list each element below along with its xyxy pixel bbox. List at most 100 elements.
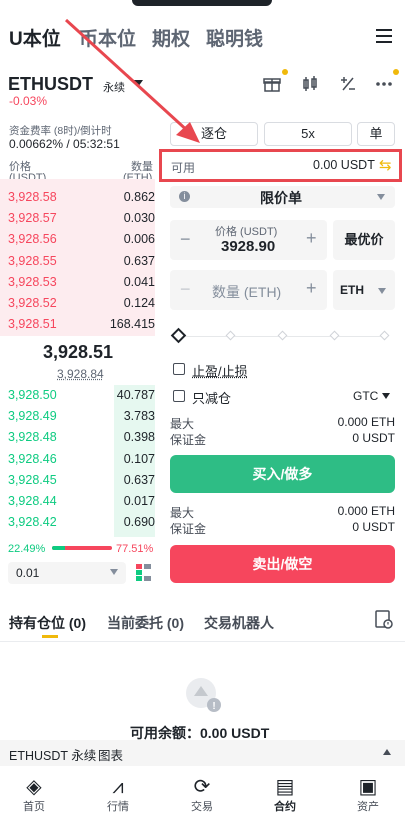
active-tab-indicator [42, 635, 58, 638]
decrease-icon[interactable]: − [180, 229, 191, 250]
mark-price[interactable]: 3,928.84 [57, 367, 104, 381]
ask-row[interactable]: 3,928.56 0.006 [8, 229, 155, 249]
ask-price: 3,928.53 [8, 274, 57, 289]
quantity-unit: ETH [340, 283, 364, 297]
book-layout-icon[interactable] [136, 564, 152, 582]
annotation-arrow [64, 18, 200, 143]
margin-sell-label: 保证金 [170, 522, 207, 536]
wallet-icon: ▣ [358, 776, 378, 798]
markets-icon: ⩘ [112, 776, 124, 798]
best-price-button[interactable]: 最优价 [333, 220, 395, 260]
last-price[interactable]: 3,928.51 [43, 342, 113, 363]
bid-row[interactable]: 3,928.46 0.107 [8, 449, 155, 469]
max-sell-value: 0.000 ETH [337, 504, 395, 518]
chevron-down-icon[interactable] [382, 393, 390, 399]
bid-row[interactable]: 3,928.48 0.398 [8, 427, 155, 447]
buy-ratio: 22.49% [8, 543, 46, 555]
ask-row[interactable]: 3,928.55 0.637 [8, 251, 155, 271]
home-icon: ◈ [26, 776, 42, 798]
ask-row[interactable]: 3,928.57 0.030 [8, 208, 155, 228]
nav-home-label: 首页 [23, 801, 45, 813]
nav-assets-label: 资产 [357, 801, 379, 813]
nav-futures[interactable]: ▤ 合约 [260, 776, 310, 814]
bid-price: 3,928.42 [8, 515, 57, 530]
tab-positions-label: 持有仓位 [9, 615, 65, 631]
ask-quantity: 0.124 [123, 296, 155, 310]
bid-quantity: 0.637 [123, 472, 155, 487]
bid-quantity: 3.783 [123, 409, 155, 424]
bid-price: 3,928.49 [8, 409, 57, 424]
nav-markets[interactable]: ⩘ 行情 [93, 776, 143, 814]
nav-home[interactable]: ◈ 首页 [9, 776, 59, 814]
bid-quantity: 40.787 [116, 388, 155, 402]
ask-price: 3,928.51 [8, 317, 57, 332]
tab-positions-count: (0) [68, 615, 87, 631]
ratio-bar [52, 546, 112, 550]
precision-select[interactable]: 0.01 [8, 562, 126, 584]
ask-quantity: 0.637 [123, 253, 155, 268]
ratio-bar-fill [52, 546, 66, 550]
chevron-up-icon [383, 749, 391, 755]
ask-quantity: 168.415 [109, 317, 155, 332]
bid-price: 3,928.45 [8, 472, 57, 487]
tab-orders-label: 当前委托 [107, 615, 163, 631]
bid-row[interactable]: 3,928.45 0.637 [8, 470, 155, 490]
ask-price: 3,928.57 [8, 211, 57, 226]
tab-positions[interactable]: 持有仓位 (0) [9, 613, 86, 633]
quantity-input[interactable]: − 数量 (ETH) + [170, 270, 327, 310]
quantity-unit-select[interactable]: ETH [333, 270, 395, 310]
ask-price: 3,928.52 [8, 296, 57, 310]
futures-icon: ▤ [275, 776, 295, 798]
tab-trading-bots[interactable]: 交易机器人 [204, 613, 274, 633]
bid-price: 3,928.48 [8, 430, 57, 445]
tif-select[interactable]: GTC [353, 389, 378, 403]
bid-price: 3,928.44 [8, 494, 57, 508]
margin-sell-value: 0 USDT [352, 520, 395, 534]
bid-row[interactable]: 3,928.42 0.690 [8, 512, 155, 532]
reduce-only-checkbox[interactable] [173, 390, 185, 402]
bid-quantity: 0.398 [123, 430, 155, 445]
slider-step[interactable] [379, 330, 390, 341]
trade-icon: ⟳ [193, 776, 211, 798]
increase-icon[interactable]: + [306, 278, 317, 299]
ask-price: 3,928.55 [8, 253, 57, 268]
ask-price: 3,928.56 [8, 232, 57, 247]
nav-markets-label: 行情 [107, 801, 129, 813]
bid-row[interactable]: 3,928.44 0.017 [8, 491, 155, 511]
ask-row[interactable]: 3,928.51 168.415 [8, 314, 155, 334]
ask-quantity: 0.041 [123, 274, 155, 289]
tp-sl-checkbox[interactable] [173, 363, 185, 375]
price-input[interactable]: − 价格 (USDT) 3928.90 + [170, 220, 327, 260]
slider-step[interactable] [225, 330, 236, 341]
reduce-only-label[interactable]: 只减仓 [192, 388, 231, 407]
bid-row[interactable]: 3,928.50 40.787 [8, 385, 155, 405]
max-sell-label: 最大 [170, 506, 195, 520]
ask-row[interactable]: 3,928.53 0.041 [8, 272, 155, 292]
increase-icon[interactable]: + [306, 228, 317, 249]
tab-orders-count: (0) [166, 615, 185, 631]
sell-short-button[interactable]: 卖出/做空 [170, 545, 395, 583]
nav-assets[interactable]: ▣ 资产 [343, 776, 393, 814]
bid-quantity: 0.017 [123, 494, 155, 508]
ask-quantity: 0.030 [123, 211, 155, 226]
nav-trade-label: 交易 [191, 801, 213, 813]
slider-step[interactable] [329, 330, 340, 341]
slider-handle[interactable] [170, 327, 187, 344]
slider-step[interactable] [277, 330, 288, 341]
order-history-icon[interactable] [375, 610, 393, 630]
decrease-icon[interactable]: − [180, 279, 191, 300]
divider [0, 641, 405, 642]
svg-text:!: ! [212, 701, 215, 712]
tab-open-orders[interactable]: 当前委托 (0) [107, 613, 184, 633]
chevron-down-icon [110, 569, 118, 575]
bid-row[interactable]: 3,928.49 3.783 [8, 406, 155, 426]
ask-row[interactable]: 3,928.52 0.124 [8, 293, 155, 313]
margin-buy-label: 保证金 [170, 433, 207, 447]
max-buy-label: 最大 [170, 417, 195, 431]
empty-state-icon: ! [182, 674, 224, 716]
nav-trade[interactable]: ⟳ 交易 [177, 776, 227, 814]
buy-long-button[interactable]: 买入/做多 [170, 455, 395, 493]
tp-sl-label[interactable]: 止盈/止损 [192, 361, 248, 380]
chart-bar[interactable]: ETHUSDT 永续 图表 [0, 740, 405, 766]
bid-price: 3,928.50 [8, 388, 57, 402]
